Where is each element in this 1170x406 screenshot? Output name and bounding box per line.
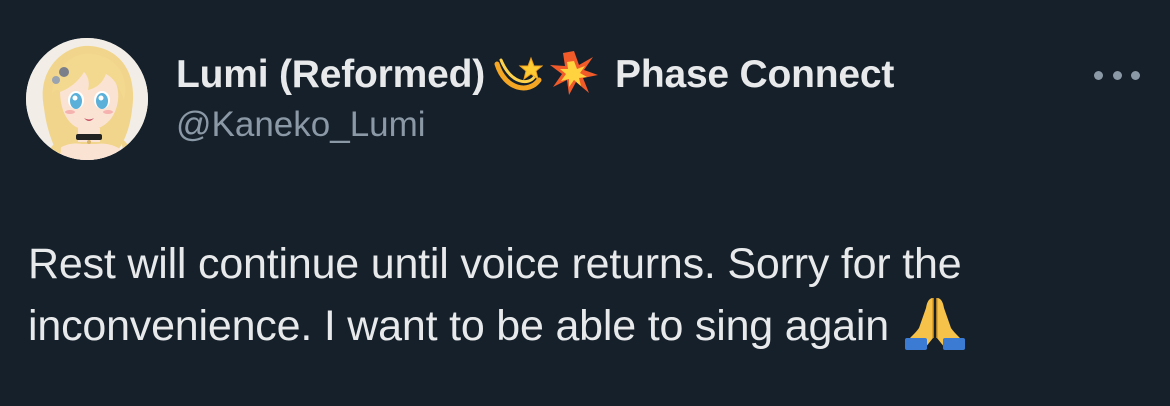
display-name[interactable]: Lumi (Reformed): [176, 53, 485, 97]
more-options-icon[interactable]: [1094, 60, 1140, 90]
affiliation-label[interactable]: Phase Connect: [615, 53, 894, 97]
tweet-text: Rest will continue until voice returns. …: [28, 234, 1138, 366]
folded-hands-icon: [903, 294, 967, 366]
dizzy-star-icon: [491, 50, 544, 101]
more-dot: [1131, 70, 1140, 80]
tweet-card: Lumi (Reformed) Phase Connect @Kaneko_Lu…: [0, 0, 1170, 406]
author-name-row: Lumi (Reformed) Phase Connect: [176, 46, 1050, 104]
collision-icon: [549, 49, 599, 102]
tweet-author: Lumi (Reformed) Phase Connect @Kaneko_Lu…: [176, 46, 1050, 146]
more-dot: [1112, 70, 1122, 80]
avatar-image: [26, 38, 148, 160]
more-dot: [1094, 70, 1103, 80]
author-handle[interactable]: @Kaneko_Lumi: [176, 104, 1050, 146]
tweet-body: Rest will continue until voice returns. …: [28, 240, 962, 350]
avatar[interactable]: [26, 38, 148, 160]
